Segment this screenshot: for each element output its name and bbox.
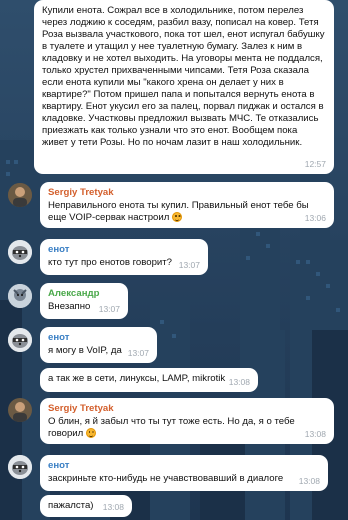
message-time: 13:08 xyxy=(304,429,326,439)
message-bubble[interactable]: а так же в сети, линуксы, LAMP, mikrotik… xyxy=(40,368,258,392)
message-bubble[interactable]: пажалста) 13:08 xyxy=(40,495,132,517)
smile-emoji-icon xyxy=(172,212,183,222)
message-bubble[interactable]: енот я могу в VoIP, да 13:07 xyxy=(40,327,157,363)
message-time: 12:57 xyxy=(304,159,326,169)
sender-name[interactable]: Александр xyxy=(48,288,120,300)
message-text: пажалста) xyxy=(48,500,94,511)
message-text: я могу в VoIP, да xyxy=(48,345,122,356)
message-time: 13:07 xyxy=(178,260,200,270)
avatar-enot[interactable] xyxy=(8,328,32,352)
message-time: 13:08 xyxy=(102,502,124,512)
message-bubble[interactable]: Sergiy Tretyak О блин, я й забыл что ты … xyxy=(40,398,334,444)
message-time: 13:07 xyxy=(98,304,120,314)
avatar-enot[interactable] xyxy=(8,455,32,479)
message-bubble[interactable]: енот кто тут про енотов говорит? 13:07 xyxy=(40,239,208,275)
message-bubble[interactable]: енот заскриньте кто-нибудь не учавствова… xyxy=(40,455,328,491)
avatar-sergiy[interactable] xyxy=(8,398,32,422)
message-bubble[interactable]: Александр Внезапно 13:07 xyxy=(40,283,128,319)
avatar-sergiy[interactable] xyxy=(8,183,32,207)
message-time: 13:08 xyxy=(298,476,320,486)
sender-name[interactable]: Sergiy Tretyak xyxy=(48,187,326,199)
message-text: заскриньте кто-нибудь не учавствовавший … xyxy=(48,473,284,484)
message-time: 13:07 xyxy=(127,348,149,358)
sender-name[interactable]: енот xyxy=(48,332,149,344)
message-bubble[interactable]: Sergiy Tretyak Неправильного енота ты ку… xyxy=(40,182,334,228)
avatar-aleksandr[interactable] xyxy=(8,284,32,308)
message-time: 13:08 xyxy=(228,377,250,387)
message-text: а так же в сети, линуксы, LAMP, mikrotik xyxy=(48,373,226,384)
message-text: кто тут про енотов говорит? xyxy=(48,257,172,268)
sender-name[interactable]: Sergiy Tretyak xyxy=(48,403,326,415)
avatar-enot[interactable] xyxy=(8,240,32,264)
sender-name[interactable]: енот xyxy=(48,244,200,256)
message-text: Купили енота. Сожрал все в холодильнике,… xyxy=(42,5,325,148)
message-time: 13:06 xyxy=(304,213,326,223)
smile-emoji-icon xyxy=(85,428,96,438)
sender-name[interactable]: енот xyxy=(48,460,320,472)
message-text: Внезапно xyxy=(48,301,91,312)
message-text: О блин, я й забыл что ты тут тоже есть. … xyxy=(48,416,295,439)
message-bubble[interactable]: Купили енота. Сожрал все в холодильнике,… xyxy=(34,0,334,174)
